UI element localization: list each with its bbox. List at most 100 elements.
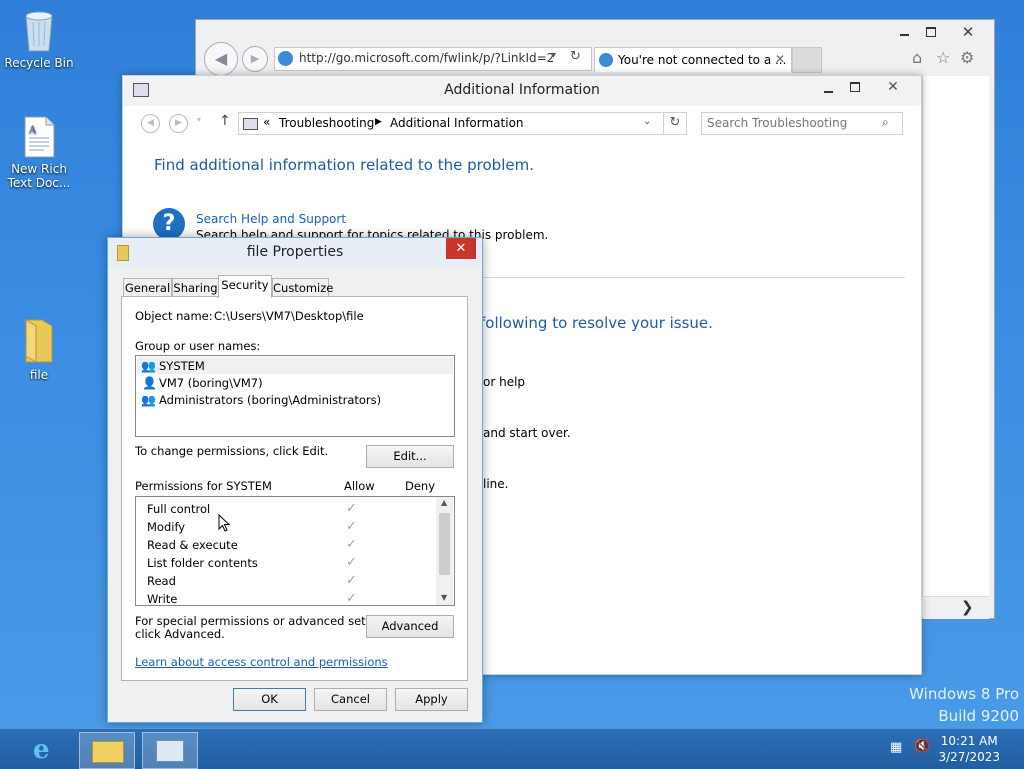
ie-scroll-bar[interactable]: ❯ bbox=[923, 596, 989, 619]
permission-name: Write bbox=[147, 592, 178, 606]
search-box[interactable]: Search Troubleshooting ⌕ bbox=[701, 112, 903, 135]
advanced-button[interactable]: Advanced bbox=[366, 615, 454, 638]
ie-forward-button[interactable]: ▶ bbox=[242, 46, 268, 72]
tab-security[interactable]: Security bbox=[218, 275, 272, 298]
properties-titlebar: file Properties ✕ bbox=[108, 238, 482, 268]
table-row: Write ✓ bbox=[147, 591, 367, 606]
ie-page-content: ❯ bbox=[922, 76, 989, 619]
allow-check-icon: ✓ bbox=[346, 573, 357, 588]
recent-dropdown-icon[interactable]: ▾ bbox=[197, 115, 201, 124]
ie-address-text: http://go.microsoft.com/fwlink/p/?LinkId… bbox=[299, 51, 555, 65]
object-name-value: C:\Users\VM7\Desktop\file bbox=[214, 309, 364, 323]
taskbar-control-panel-button[interactable] bbox=[142, 732, 198, 769]
chevron-right-icon[interactable]: ❯ bbox=[961, 598, 974, 616]
desktop-icon-label: file bbox=[29, 368, 49, 382]
scroll-up-icon[interactable]: ▲ bbox=[441, 498, 447, 507]
list-item[interactable]: 👤 VM7 (boring\VM7) bbox=[137, 374, 453, 391]
desktop-icon-file-folder[interactable]: file bbox=[3, 318, 75, 382]
minimize-button[interactable] bbox=[820, 82, 838, 98]
breadcrumb-separator-icon: ▶ bbox=[375, 117, 382, 127]
taskbar-clock[interactable]: 10:21 AM 3/27/2023 bbox=[938, 733, 1000, 765]
maximize-button[interactable] bbox=[846, 80, 864, 96]
tab-customize[interactable]: Customize bbox=[272, 278, 333, 297]
desktop-icon-label: Recycle Bin bbox=[4, 56, 74, 70]
breadcrumb-item-additional-info[interactable]: Additional Information bbox=[390, 116, 524, 130]
ie-page-icon bbox=[278, 51, 293, 66]
option-text-3: line. bbox=[483, 477, 509, 491]
allow-header: Allow bbox=[344, 479, 375, 493]
user-icon: 👤 bbox=[142, 376, 157, 390]
special-permissions-text-2: click Advanced. bbox=[135, 627, 225, 641]
breadcrumb-item-troubleshooting[interactable]: Troubleshooting bbox=[279, 116, 374, 130]
ie-tab-close-icon[interactable]: ✕ bbox=[775, 52, 785, 66]
breadcrumb-folder-icon bbox=[243, 118, 258, 130]
desktop-icon-label-1: New Rich bbox=[11, 162, 67, 176]
dialog-close-button[interactable]: ✕ bbox=[446, 238, 476, 259]
permissions-scrollbar[interactable]: ▲ ▼ bbox=[436, 497, 453, 605]
breadcrumb[interactable]: « Troubleshooting ▶ Additional Informati… bbox=[238, 112, 664, 135]
document-icon: A bbox=[22, 116, 56, 158]
apply-button[interactable]: Apply bbox=[395, 688, 468, 711]
help-question-icon: ? bbox=[153, 208, 185, 240]
learn-access-control-link[interactable]: Learn about access control and permissio… bbox=[135, 655, 388, 669]
chevron-down-icon[interactable]: ⌄ bbox=[643, 116, 651, 127]
search-icon[interactable]: ⌕ bbox=[882, 115, 889, 130]
refresh-button[interactable]: ↻ bbox=[663, 112, 687, 135]
table-row: Read ✓ bbox=[147, 573, 367, 591]
permission-name: List folder contents bbox=[147, 556, 258, 570]
ie-close-button[interactable]: ✕ bbox=[948, 22, 988, 42]
gear-icon[interactable]: ⚙ bbox=[960, 48, 974, 67]
ie-back-button[interactable]: ◀ bbox=[204, 42, 238, 76]
option-text-1: or help bbox=[483, 375, 526, 389]
object-name-label: Object name: bbox=[135, 309, 213, 323]
ie-minimize-button[interactable] bbox=[896, 24, 914, 40]
table-row: List folder contents ✓ bbox=[147, 555, 367, 573]
refresh-icon[interactable]: ↻ bbox=[570, 49, 581, 64]
ie-new-tab[interactable] bbox=[792, 47, 822, 73]
allow-check-icon: ✓ bbox=[346, 501, 357, 516]
group-list[interactable]: 👥 SYSTEM 👤 VM7 (boring\VM7) 👥 Administra… bbox=[135, 355, 455, 437]
ie-address-bar[interactable]: http://go.microsoft.com/fwlink/p/?LinkId… bbox=[274, 47, 592, 71]
volume-muted-icon[interactable]: 🔇 bbox=[914, 739, 930, 754]
resolve-heading: following to resolve your issue. bbox=[480, 314, 713, 332]
forward-arrow-icon[interactable]: ▶ bbox=[169, 114, 188, 133]
favorites-star-icon[interactable]: ☆ bbox=[936, 48, 950, 67]
desktop-icon-new-rich-text[interactable]: A New Rich Text Doc... bbox=[3, 116, 75, 190]
tab-general[interactable]: General bbox=[123, 278, 172, 297]
scroll-down-icon[interactable]: ▼ bbox=[441, 593, 447, 602]
taskbar-ie-button[interactable]: e bbox=[20, 732, 76, 769]
taskbar-explorer-button[interactable] bbox=[79, 732, 135, 769]
search-help-link[interactable]: Search Help and Support bbox=[196, 212, 346, 226]
group-name: VM7 (boring\VM7) bbox=[159, 376, 263, 390]
group-name: Administrators (boring\Administrators) bbox=[159, 393, 382, 407]
list-item[interactable]: 👥 SYSTEM bbox=[137, 357, 453, 374]
ie-tab[interactable]: You're not connected to a ... ✕ bbox=[594, 47, 792, 72]
search-dropdown-icon[interactable]: ▾ bbox=[551, 50, 556, 61]
up-arrow-icon[interactable]: ↑ bbox=[219, 113, 231, 129]
list-item[interactable]: 👥 Administrators (boring\Administrators) bbox=[137, 391, 453, 408]
file-properties-dialog[interactable]: file Properties ✕ General Sharing Securi… bbox=[107, 237, 483, 723]
breadcrumb-overflow[interactable]: « bbox=[263, 115, 270, 129]
search-input[interactable]: Search Troubleshooting bbox=[707, 116, 847, 130]
cancel-button[interactable]: Cancel bbox=[314, 688, 387, 711]
desktop-icon-recycle-bin[interactable]: Recycle Bin bbox=[3, 8, 75, 70]
home-icon[interactable]: ⌂ bbox=[912, 48, 922, 67]
scroll-thumb[interactable] bbox=[439, 513, 450, 575]
allow-check-icon: ✓ bbox=[346, 519, 357, 534]
back-arrow-icon[interactable]: ◀ bbox=[141, 114, 160, 133]
clock-time: 10:21 AM bbox=[940, 734, 998, 748]
tab-sharing[interactable]: Sharing bbox=[172, 278, 219, 297]
edit-button[interactable]: Edit... bbox=[366, 445, 454, 468]
close-button[interactable]: ✕ bbox=[873, 77, 913, 97]
permissions-list[interactable]: Full control ✓ Modify ✓ Read & execute ✓… bbox=[135, 496, 455, 606]
users-group-icon: 👥 bbox=[141, 359, 156, 373]
ie-maximize-button[interactable] bbox=[922, 24, 940, 40]
allow-check-icon: ✓ bbox=[346, 591, 357, 606]
ok-button[interactable]: OK bbox=[233, 688, 306, 711]
ie-tab-title: You're not connected to a ... bbox=[618, 53, 787, 67]
permission-name: Modify bbox=[147, 520, 186, 534]
recycle-bin-icon bbox=[22, 8, 56, 52]
additional-info-titlebar: Additional Information ✕ bbox=[123, 76, 921, 106]
special-permissions-text-1: For special permissions or advanced sett… bbox=[135, 614, 398, 628]
network-status-icon[interactable]: ▦ bbox=[890, 740, 902, 755]
